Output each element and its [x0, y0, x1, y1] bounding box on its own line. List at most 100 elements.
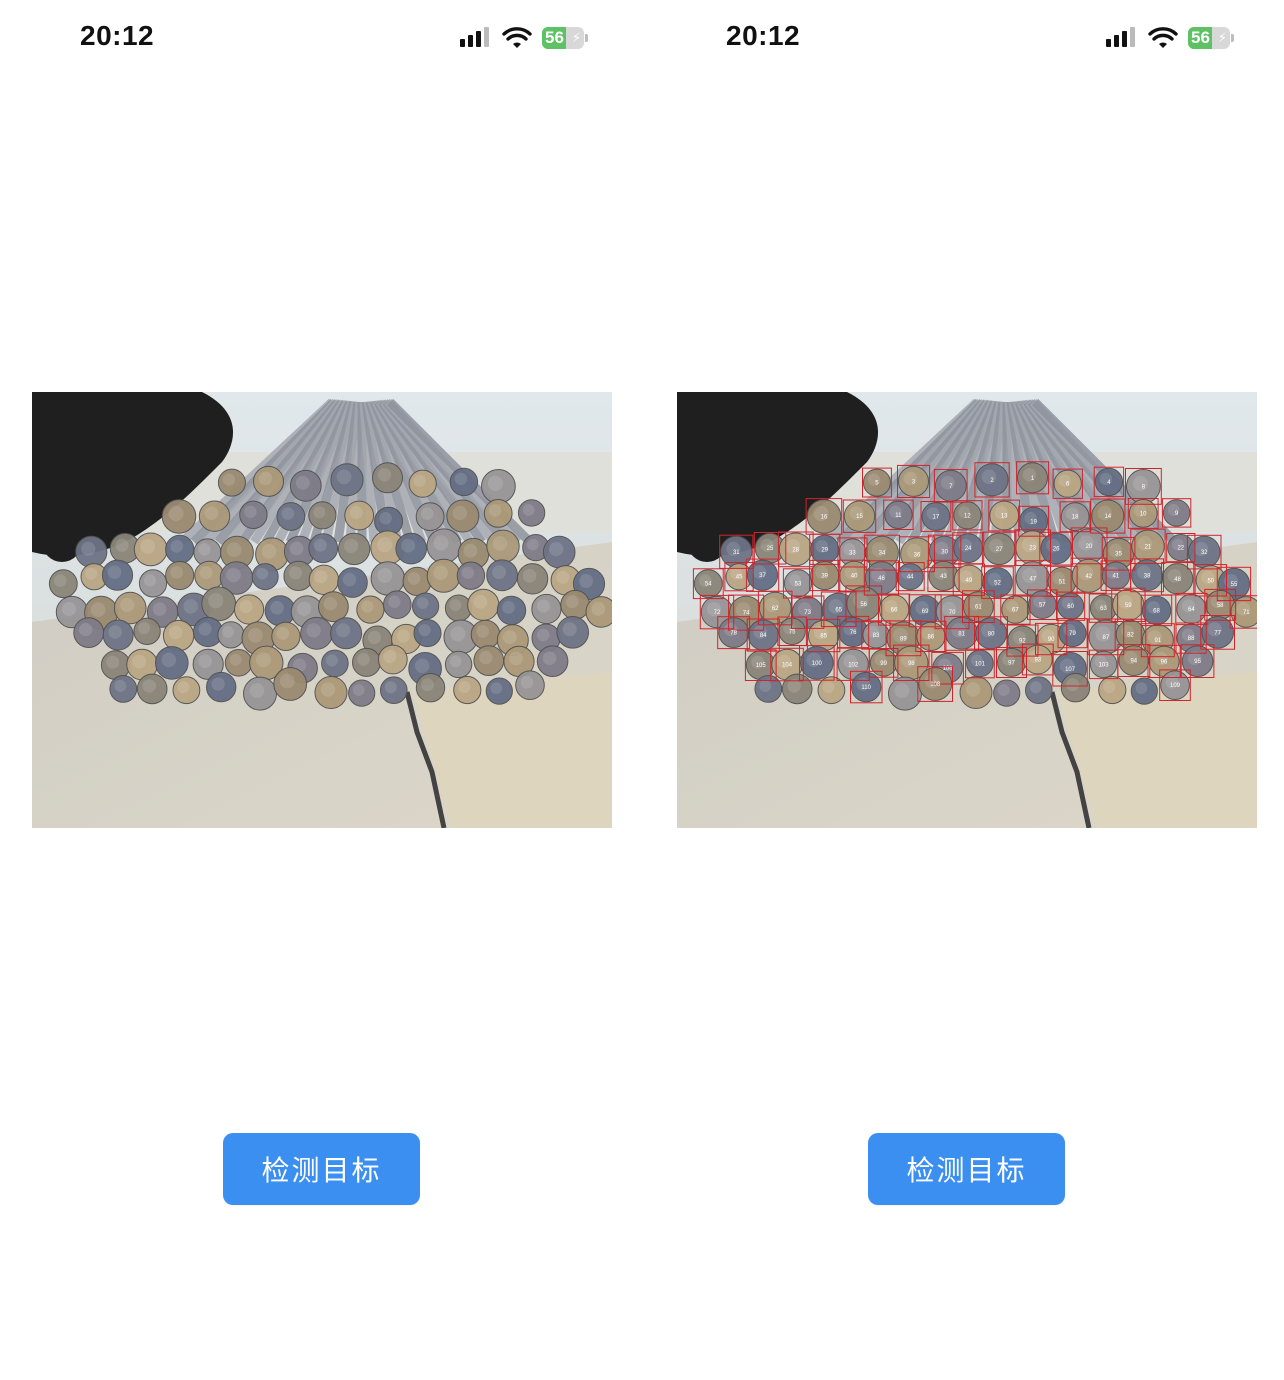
detection-label: 43	[940, 574, 947, 580]
detection-label: 30	[941, 549, 948, 555]
battery-percent: 56	[1191, 28, 1210, 47]
detection-label: 59	[1125, 603, 1132, 609]
detection-label: 15	[856, 514, 863, 520]
detection-label: 94	[1130, 659, 1137, 665]
detection-label: 20	[1086, 544, 1093, 550]
detection-label: 37	[759, 573, 766, 579]
status-icons: 56 ⚡	[460, 22, 588, 54]
detection-label: 73	[804, 610, 811, 616]
signal-icon	[1106, 27, 1138, 49]
detection-label: 26	[1053, 547, 1060, 553]
detection-label: 53	[795, 581, 802, 587]
detection-label: 76	[850, 630, 857, 636]
detection-label: 54	[705, 582, 712, 588]
detection-label: 58	[1217, 603, 1224, 609]
detection-label: 14	[1104, 514, 1111, 520]
detection-label: 47	[1029, 576, 1036, 582]
detection-label: 75	[789, 629, 796, 635]
detection-label: 79	[1069, 631, 1076, 637]
detect-target-button[interactable]: 检测目标	[868, 1133, 1065, 1205]
detection-label: 109	[1170, 683, 1181, 689]
detection-label: 86	[928, 634, 935, 640]
detection-label: 27	[996, 547, 1003, 553]
detection-label: 84	[760, 633, 767, 639]
detection-label: 13	[1001, 514, 1008, 520]
detection-label: 69	[922, 609, 929, 615]
detect-target-button[interactable]: 检测目标	[223, 1133, 420, 1205]
wifi-icon	[1148, 27, 1178, 48]
detection-label: 67	[1012, 608, 1019, 614]
detection-label: 98	[908, 661, 915, 667]
detection-label: 24	[965, 546, 972, 552]
detection-label: 78	[730, 631, 737, 637]
detection-label: 110	[861, 685, 871, 691]
rebar-photo	[32, 392, 612, 828]
detection-label: 39	[821, 574, 828, 580]
wifi-icon	[502, 27, 532, 48]
detection-label: 56	[860, 602, 867, 608]
detection-label: 33	[849, 550, 856, 556]
detection-label: 19	[1030, 519, 1037, 525]
detection-label: 60	[1067, 604, 1074, 610]
battery-icon: 56 ⚡	[542, 27, 588, 49]
detection-label: 21	[1145, 544, 1152, 550]
detection-label: 52	[994, 581, 1001, 587]
detection-label: 87	[1103, 635, 1110, 641]
detection-label: 68	[1153, 608, 1160, 614]
detection-label: 36	[914, 552, 921, 558]
detection-label: 28	[792, 547, 799, 553]
detection-label: 34	[879, 551, 886, 557]
rebar-bundle-image	[32, 392, 612, 828]
detection-label: 107	[1065, 667, 1076, 673]
detection-label: 82	[1127, 633, 1134, 639]
detection-label: 103	[1099, 662, 1110, 668]
detection-label: 31	[733, 550, 740, 556]
detection-label: 10	[1140, 511, 1147, 517]
detection-label: 90	[1048, 637, 1055, 643]
detection-label: 108	[930, 682, 941, 688]
status-time: 20:12	[726, 20, 801, 51]
detection-label: 71	[1243, 610, 1250, 616]
detection-label: 104	[782, 663, 793, 669]
detection-label: 41	[1113, 574, 1120, 580]
detection-label: 95	[1194, 659, 1201, 665]
charging-bolt-icon: ⚡	[1217, 30, 1227, 45]
detection-label: 25	[767, 546, 774, 552]
detection-label: 35	[1115, 552, 1122, 558]
detection-label: 101	[975, 661, 986, 667]
phone-screen-original: 20:12 56 ⚡ 检测目标	[0, 0, 642, 1380]
detection-label: 12	[964, 513, 971, 519]
detection-label: 17	[933, 515, 940, 521]
detection-label: 85	[820, 634, 827, 640]
detection-label: 49	[966, 578, 973, 584]
detection-label: 91	[1154, 638, 1161, 644]
signal-icon	[460, 27, 492, 49]
status-time: 20:12	[80, 20, 155, 51]
detection-label: 46	[878, 576, 885, 582]
detection-label: 81	[958, 631, 965, 637]
detection-label: 23	[1029, 546, 1036, 552]
rebar-photo-annotated: 1 2 3 4 5 6 7 8 9 10 11 12 13 14 15 16 17 18 19 20 21 22 23 24 2…	[677, 392, 1257, 828]
detection-label: 66	[891, 608, 898, 614]
detection-label: 77	[1214, 630, 1221, 636]
detection-label: 83	[873, 633, 880, 639]
status-bar: 20:12 56 ⚡	[0, 0, 642, 80]
detection-label: 45	[736, 575, 743, 581]
detection-label: 64	[1188, 607, 1195, 613]
detection-label: 96	[1161, 659, 1168, 665]
detection-label: 62	[772, 606, 779, 612]
detection-label: 63	[1100, 606, 1107, 612]
detection-label: 88	[1188, 636, 1195, 642]
status-icons: 56 ⚡	[1106, 22, 1234, 54]
detection-label: 80	[988, 631, 995, 637]
detection-label: 16	[821, 514, 828, 520]
detection-label: 97	[1008, 660, 1015, 666]
detection-label: 100	[812, 661, 823, 667]
status-bar: 20:12 56 ⚡	[642, 0, 1284, 80]
detection-label: 93	[1034, 658, 1041, 664]
detection-label: 50	[1207, 578, 1214, 584]
detection-label: 92	[1019, 639, 1026, 645]
detection-label: 70	[949, 610, 956, 616]
detection-label: 74	[743, 611, 750, 617]
detection-label: 29	[821, 547, 828, 553]
